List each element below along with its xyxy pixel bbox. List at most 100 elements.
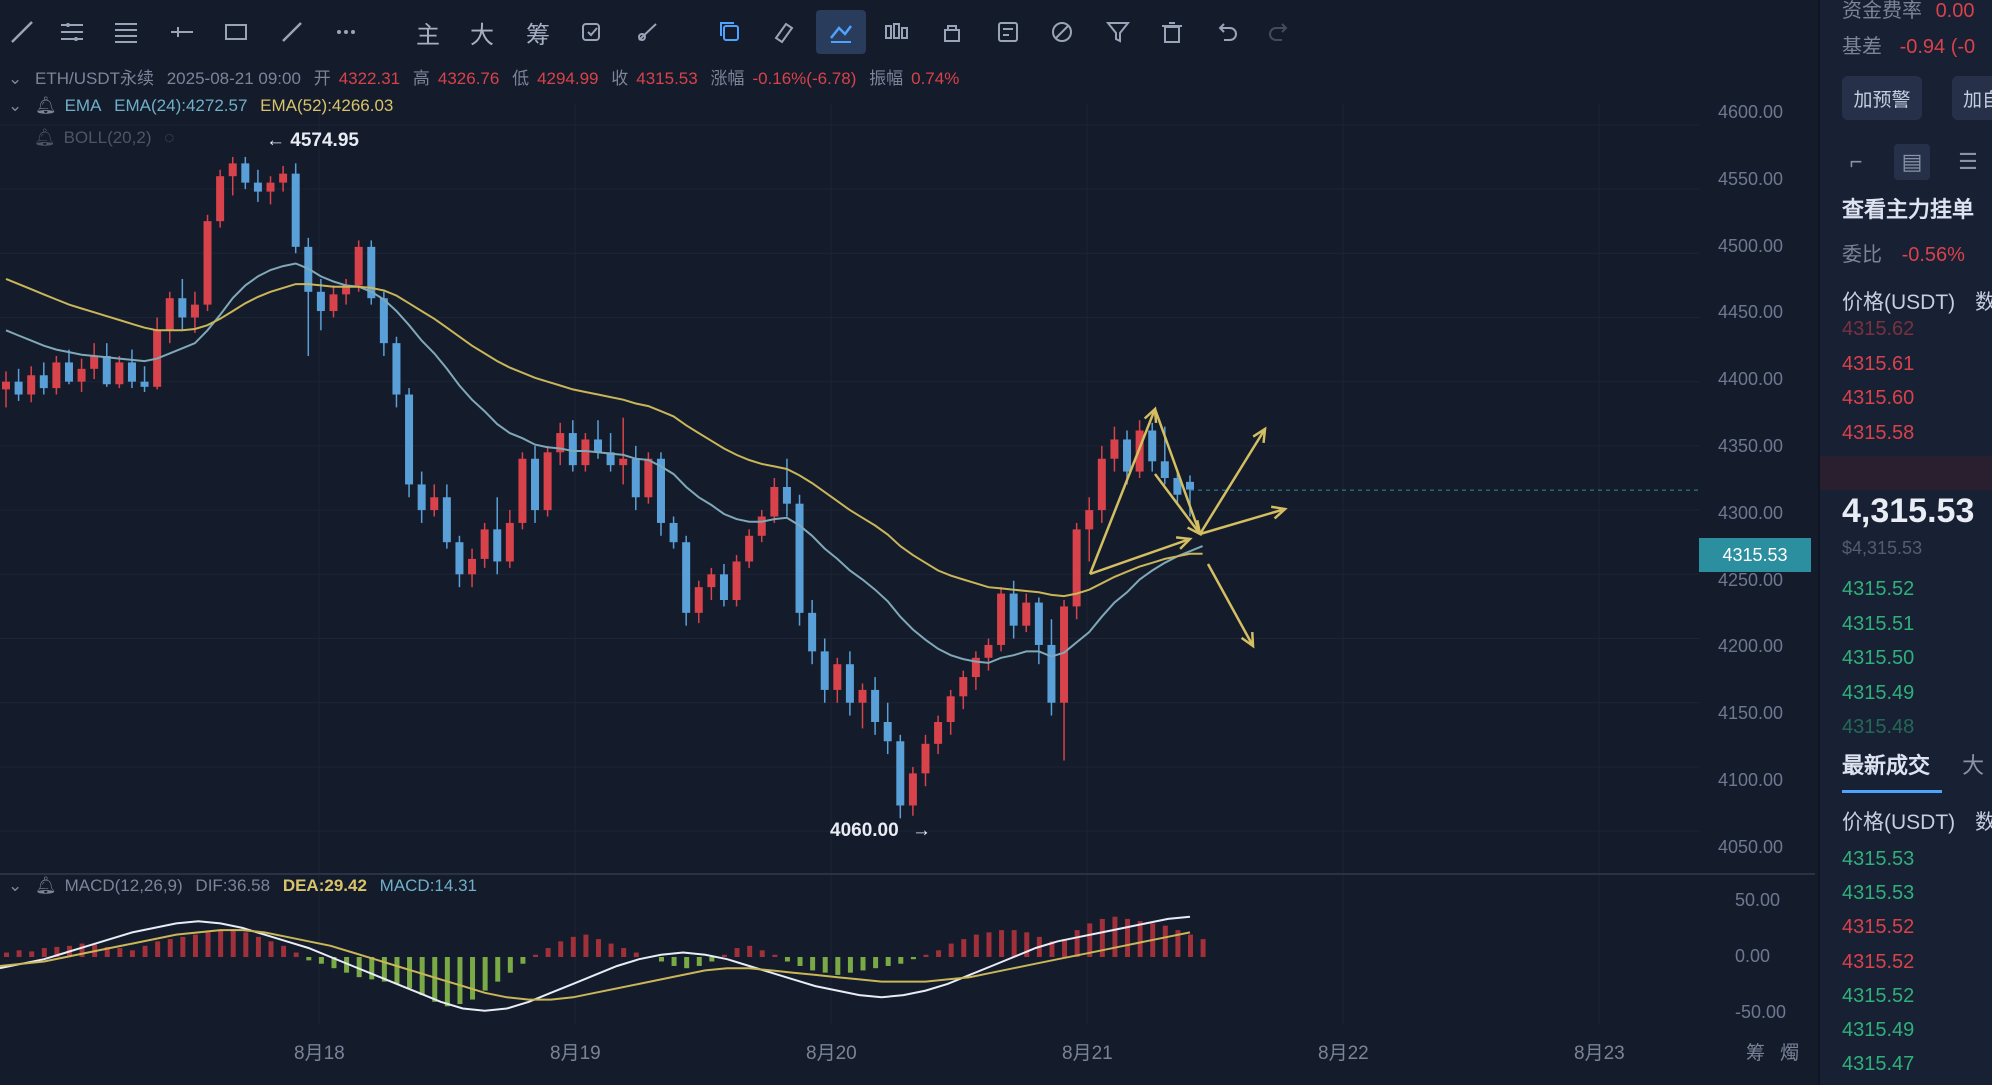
chip-distribution-button[interactable]: 筹: [516, 10, 560, 54]
macd-histogram-bar: [407, 957, 413, 989]
candle-body: [820, 651, 829, 690]
macd-histogram-bar: [747, 945, 753, 957]
macd-histogram-bar: [1200, 939, 1206, 957]
current-price-tag: 4315.53: [1699, 538, 1811, 572]
candle-body: [90, 356, 99, 369]
hidden-eye-icon[interactable]: ◌: [164, 128, 174, 147]
book-both-icon[interactable]: ▤: [1894, 144, 1930, 180]
redo-icon[interactable]: [1258, 10, 1302, 54]
candle-body: [442, 497, 451, 543]
candle-body: [329, 294, 338, 312]
large-order-button[interactable]: 大: [460, 10, 504, 54]
ema24-value: EMA(24):4272.57: [114, 96, 248, 115]
candle-body: [468, 558, 477, 575]
candle-toggle[interactable]: 燭: [1780, 1038, 1799, 1065]
candle-body: [405, 394, 414, 485]
candle-body: [770, 486, 779, 517]
low-value: 4294.99: [537, 69, 599, 88]
pen-line-icon[interactable]: [270, 10, 314, 54]
collapse-icon[interactable]: ⌄: [8, 69, 22, 88]
candle-body: [480, 529, 489, 559]
macd-histogram-bar: [885, 957, 891, 966]
ask-price[interactable]: 4315.62: [1842, 318, 1914, 341]
undo-icon[interactable]: [1204, 10, 1248, 54]
chip-toggle[interactable]: 筹: [1746, 1038, 1765, 1065]
bid-price[interactable]: 4315.50: [1842, 647, 1914, 670]
bid-price[interactable]: 4315.51: [1842, 613, 1914, 636]
macd-name[interactable]: MACD(12,26,9): [65, 876, 183, 895]
candle-body: [190, 304, 199, 318]
candle-body: [165, 298, 174, 331]
ema52-value: EMA(52):4266.03: [260, 96, 394, 115]
magnet-draw-icon[interactable]: [816, 10, 866, 54]
close-label: 收: [611, 69, 629, 88]
copy-icon[interactable]: [708, 10, 752, 54]
macd-histogram-bar: [192, 934, 198, 957]
candle-body: [1110, 439, 1119, 459]
amplitude-label: 振幅: [869, 69, 904, 88]
boll-name[interactable]: BOLL(20,2): [64, 128, 152, 147]
filter-icon[interactable]: [1096, 10, 1140, 54]
measure-icon[interactable]: [626, 10, 670, 54]
candle-body: [392, 343, 401, 395]
ask-price[interactable]: 4315.60: [1842, 387, 1914, 410]
macd-histogram-bar: [784, 957, 790, 962]
macd-histogram-bar: [117, 948, 123, 957]
candle-icon[interactable]: [874, 10, 918, 54]
horizontal-ray-icon[interactable]: [160, 10, 204, 54]
latest-trades-label: 最新成交: [1842, 753, 1931, 778]
candle-body: [316, 291, 325, 312]
collapse-icon[interactable]: ⌄: [8, 876, 22, 895]
eraser-icon[interactable]: [762, 10, 806, 54]
collapse-icon[interactable]: ⌄: [8, 96, 22, 115]
signature-icon[interactable]: [1040, 10, 1084, 54]
main-indicator-button[interactable]: 主: [406, 10, 450, 54]
macd-histogram-bar: [734, 948, 740, 957]
candle-body: [279, 173, 288, 183]
candle-body: [719, 574, 728, 600]
macd-histogram-bar: [696, 957, 702, 966]
lock-icon[interactable]: [930, 10, 974, 54]
ema-name[interactable]: EMA: [65, 96, 102, 115]
ask-price[interactable]: 4315.61: [1842, 353, 1914, 376]
large-trades-tab[interactable]: 大: [1962, 753, 1984, 778]
note-icon[interactable]: [986, 10, 1030, 54]
bid-price[interactable]: 4315.52: [1842, 578, 1914, 601]
ask-price[interactable]: 4315.58: [1842, 422, 1914, 445]
mid-price-usd: $4,315.53: [1842, 538, 1923, 558]
bid-price[interactable]: 4315.49: [1842, 682, 1914, 705]
dif-line: [0, 915, 1191, 1012]
trend-line-icon[interactable]: [0, 10, 44, 54]
view-main-orders[interactable]: 查看主力挂单: [1842, 192, 1974, 224]
macd-histogram-bar: [684, 957, 690, 969]
bell-icon[interactable]: 🔔︎: [34, 128, 56, 147]
macd-histogram-bar: [621, 948, 627, 957]
rectangle-icon[interactable]: [214, 10, 258, 54]
macd-histogram-bar: [923, 954, 929, 957]
replay-icon[interactable]: [570, 10, 614, 54]
chart-area[interactable]: ⌄ ETH/USDT永续 2025-08-21 09:00 开 4322.31 高…: [0, 64, 1815, 1085]
trash-icon[interactable]: [1150, 10, 1194, 54]
macd-histogram-bar: [432, 957, 438, 1002]
candle-body: [594, 439, 602, 453]
bid-price[interactable]: 4315.48: [1842, 716, 1914, 739]
latest-trades-title[interactable]: 最新成交 大: [1842, 748, 1984, 780]
candle-body: [77, 368, 86, 382]
fib-lines-icon[interactable]: [104, 10, 148, 54]
candle-body: [379, 298, 388, 344]
book-list-icon[interactable]: ☰: [1950, 144, 1986, 180]
candle-body: [984, 644, 993, 658]
depth-icon[interactable]: ⌐: [1838, 144, 1874, 180]
time-axis-label: 8月19: [550, 1043, 601, 1064]
bell-icon[interactable]: 🔔︎: [35, 96, 57, 115]
candle-body: [745, 535, 754, 562]
macd-histogram-bar: [255, 936, 261, 957]
bell-icon[interactable]: 🔔︎: [35, 876, 57, 895]
parallel-lines-icon[interactable]: [50, 10, 94, 54]
add-alert-button[interactable]: 加预警: [1842, 76, 1922, 120]
price-chart[interactable]: [0, 64, 1815, 1085]
macd-histogram-bar: [709, 957, 715, 962]
more-icon[interactable]: [324, 10, 368, 54]
time-axis-label: 8月23: [1574, 1043, 1625, 1064]
add-watch-button[interactable]: 加自: [1952, 76, 1992, 120]
